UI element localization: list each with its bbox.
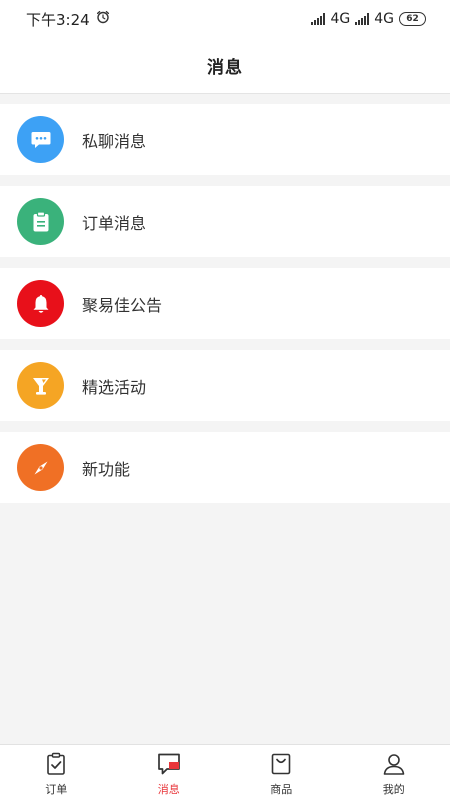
compass-icon (17, 444, 64, 491)
page-title: 消息 (207, 58, 243, 78)
message-item-new-feature[interactable]: 新功能 (0, 432, 450, 503)
message-item-featured-activity[interactable]: 精选活动 (0, 350, 450, 421)
tab-mine[interactable]: 我的 (338, 745, 450, 800)
shopping-bag-icon (268, 751, 294, 777)
message-item-order[interactable]: 订单消息 (0, 186, 450, 257)
message-item-label: 精选活动 (82, 377, 147, 397)
message-item-label: 订单消息 (82, 213, 147, 233)
signal-icon (355, 13, 370, 25)
alarm-icon (96, 10, 110, 28)
status-time: 下午3:24 (26, 10, 90, 29)
tab-label: 消息 (157, 783, 180, 796)
tab-label: 订单 (45, 783, 68, 796)
screen: 下午3:24 4G 4G 62 消息 私聊消息 订单消息 聚易佳公告 精选活动 … (0, 0, 450, 800)
clipboard-icon (17, 198, 64, 245)
battery-level: 62 (406, 14, 419, 24)
person-icon (381, 751, 407, 777)
bell-icon (17, 280, 64, 327)
message-item-label: 新功能 (82, 459, 131, 479)
message-category-list: 私聊消息 订单消息 聚易佳公告 精选活动 新功能 (0, 104, 450, 503)
trophy-icon (17, 362, 64, 409)
tab-label: 我的 (382, 783, 405, 796)
signal-icon (311, 13, 326, 25)
message-item-announcement[interactable]: 聚易佳公告 (0, 268, 450, 339)
status-left: 下午3:24 (26, 9, 110, 30)
header: 消息 (0, 38, 450, 94)
message-item-label: 聚易佳公告 (82, 295, 163, 315)
message-item-label: 私聊消息 (82, 131, 147, 151)
network-type-2: 4G (374, 11, 394, 27)
tab-products[interactable]: 商品 (225, 745, 338, 800)
clipboard-check-icon (43, 751, 69, 777)
bottom-tab-bar: 订单 消息 商品 我的 (0, 744, 450, 800)
tab-label: 商品 (270, 783, 293, 796)
status-right: 4G 4G 62 (311, 11, 426, 27)
network-type-1: 4G (330, 11, 351, 27)
tab-messages[interactable]: 消息 (113, 745, 226, 800)
message-icon (156, 751, 182, 777)
status-bar: 下午3:24 4G 4G 62 (0, 0, 450, 38)
tab-orders[interactable]: 订单 (0, 745, 113, 800)
chat-bubble-icon (17, 116, 64, 163)
message-item-private-chat[interactable]: 私聊消息 (0, 104, 450, 175)
battery-icon: 62 (399, 12, 426, 26)
